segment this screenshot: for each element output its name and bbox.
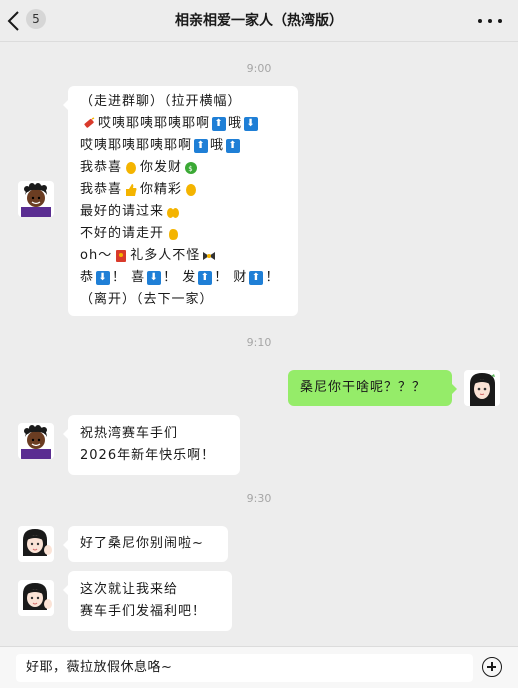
- message-text: 这次就让我来给: [80, 582, 179, 597]
- message-text: ！: [265, 270, 280, 285]
- message-line: 恭 ⬇ ！ 喜 ⬇ ！ 发 ⬆ ！ 财 ⬆ ！: [80, 267, 286, 289]
- message-text: 礼多人不怪: [130, 248, 201, 263]
- up-arrow-icon: ⬆: [194, 139, 209, 153]
- message-line: 哎咦耶咦耶咦耶啊 ⬆ 哦 ⬆: [80, 135, 286, 157]
- message-line: 哎咦耶咦耶咦耶啊 ⬆ 哦 ⬇: [80, 113, 286, 135]
- avatar-vera[interactable]: [18, 526, 54, 562]
- message-text: 桑尼你干啥呢？？？: [300, 380, 427, 395]
- message-text: ！ 喜: [112, 270, 146, 285]
- message-text: 恭: [80, 270, 95, 285]
- message-text: 赛车手们发福利吧！: [80, 604, 207, 619]
- message-bubble-sonny-greeting[interactable]: 祝热湾赛车手们 2026年新年快乐啊！: [63, 415, 240, 475]
- chat-title: 相亲相爱一家人（热湾版）: [175, 13, 343, 29]
- clap-icon: [124, 161, 138, 175]
- up-arrow-icon: ⬆: [198, 271, 213, 285]
- message-line: 我恭喜 你发财 $: [80, 157, 286, 179]
- avatar-self[interactable]: [464, 370, 500, 406]
- avatar-sonny[interactable]: [18, 423, 54, 459]
- money-face-icon: $: [184, 161, 198, 175]
- up-arrow-icon: ⬆: [212, 117, 227, 131]
- chevron-left-icon[interactable]: [6, 10, 22, 32]
- up-arrow-icon: ⬆: [249, 271, 264, 285]
- plus-circle-icon[interactable]: [482, 657, 502, 677]
- firecracker-icon: [82, 117, 96, 131]
- up-arrow-icon: ⬆: [226, 139, 241, 153]
- message-bubble-vera-2[interactable]: 这次就让我来给 赛车手们发福利吧！: [63, 571, 232, 631]
- red-packet-icon: [114, 249, 128, 263]
- message-text: 2026年新年快乐啊！: [80, 448, 216, 463]
- message-text: 哦: [228, 116, 243, 131]
- timestamp: 9:00: [246, 62, 272, 75]
- message-text: 不好的请走开: [80, 226, 165, 241]
- unread-count-badge[interactable]: 5: [26, 9, 46, 29]
- message-text: ！ 财: [214, 270, 248, 285]
- message-bubble-self[interactable]: 桑尼你干啥呢？？？: [288, 370, 457, 406]
- message-text: 我恭喜: [80, 182, 123, 197]
- message-line: 最好的请过来: [80, 201, 286, 223]
- message-line: 我恭喜 你精彩: [80, 179, 286, 201]
- message-text: ！ 发: [163, 270, 197, 285]
- wave-hand-icon: [166, 227, 180, 241]
- message-text: （离开）（去下一家）: [80, 292, 214, 307]
- open-hands-icon: [166, 205, 180, 219]
- message-text: 哎咦耶咦耶咦耶啊: [80, 138, 193, 153]
- timestamp: 9:10: [246, 336, 272, 349]
- avatar-sonny[interactable]: [18, 181, 54, 217]
- message-text: 最好的请过来: [80, 204, 165, 219]
- message-text: 好了桑尼你别闹啦~: [80, 536, 204, 551]
- message-input[interactable]: 好耶，薇拉放假休息咯~: [16, 654, 473, 682]
- message-text: 哦: [210, 138, 225, 153]
- message-bubble-vera-1[interactable]: 好了桑尼你别闹啦~: [63, 526, 228, 562]
- chat-header: 5 相亲相爱一家人（热湾版）: [0, 0, 518, 42]
- message-text: 你精彩: [140, 182, 183, 197]
- message-bubble-sonny-song[interactable]: （走进群聊）（拉开横幅） 哎咦耶咦耶咦耶啊 ⬆ 哦 ⬇ 哎咦耶咦耶咦耶啊 ⬆ 哦…: [63, 86, 298, 316]
- message-line: oh～ 礼多人不怪: [80, 245, 286, 267]
- gift-bow-icon: [202, 249, 216, 263]
- down-arrow-icon: ⬇: [96, 271, 111, 285]
- message-text: 我恭喜: [80, 160, 123, 175]
- down-arrow-icon: ⬇: [147, 271, 162, 285]
- clap-icon: [184, 183, 198, 197]
- input-bar: 好耶，薇拉放假休息咯~: [0, 646, 518, 688]
- message-text: oh～: [80, 248, 113, 263]
- message-text: 哎咦耶咦耶咦耶啊: [98, 116, 211, 131]
- down-arrow-icon: ⬇: [244, 117, 259, 131]
- message-text: 祝热湾赛车手们: [80, 426, 179, 441]
- more-dots-icon[interactable]: [476, 13, 504, 29]
- thumbs-up-icon: [124, 183, 138, 197]
- message-text: （走进群聊）（拉开横幅）: [80, 94, 242, 109]
- message-text: 你发财: [140, 160, 183, 175]
- message-line: 不好的请走开: [80, 223, 286, 245]
- avatar-vera[interactable]: [18, 580, 54, 616]
- svg-text:$: $: [188, 165, 193, 173]
- timestamp: 9:30: [246, 492, 272, 505]
